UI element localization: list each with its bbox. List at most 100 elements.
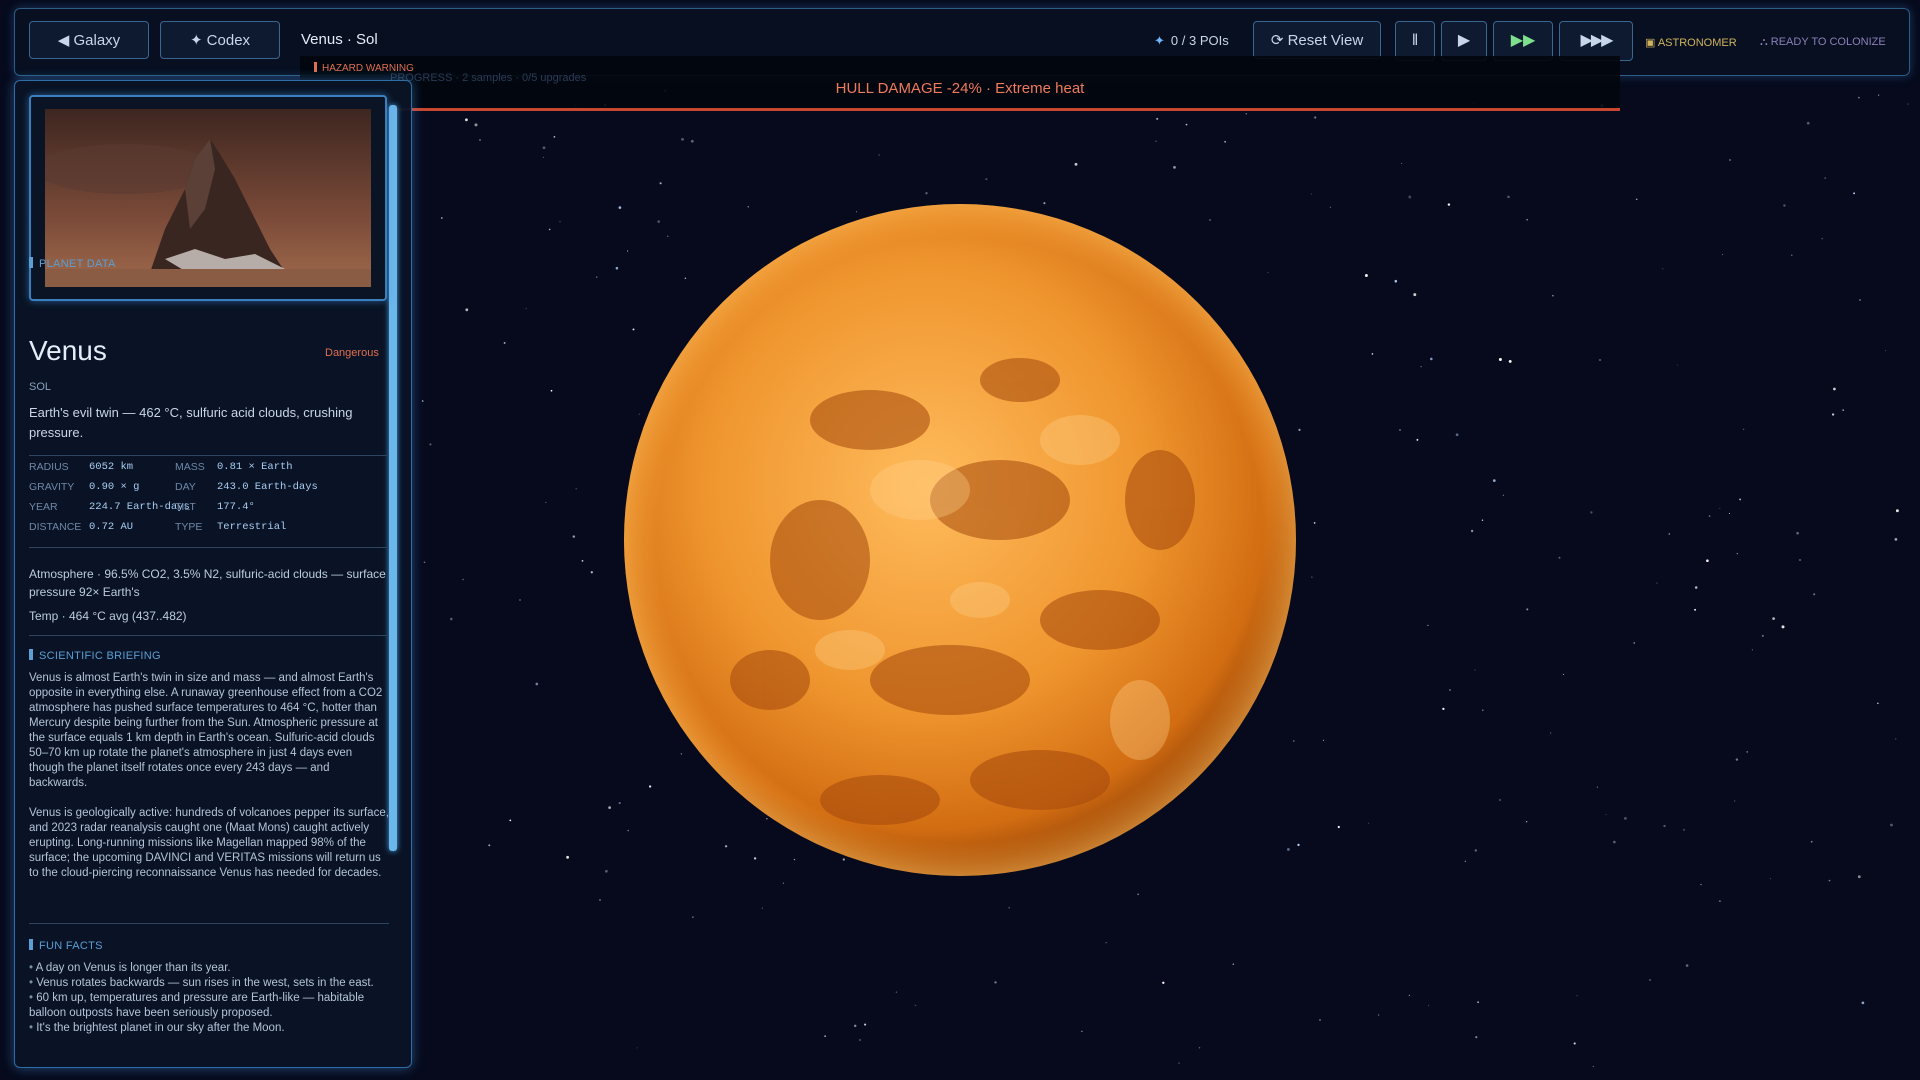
star-dot	[1853, 192, 1856, 195]
stat-label: TILT	[175, 501, 196, 513]
star-dot	[1245, 112, 1248, 115]
panel-scrollbar[interactable]	[389, 105, 397, 851]
pause-button[interactable]: ‖	[1395, 21, 1435, 61]
star-dot	[1761, 634, 1764, 637]
stat-label: YEAR	[29, 501, 58, 513]
star-dot	[1596, 786, 1599, 788]
star-dot	[1877, 702, 1879, 704]
star-dot	[1105, 942, 1107, 944]
star-dot	[1663, 824, 1666, 828]
star-dot	[488, 844, 491, 847]
star-dot	[1526, 608, 1529, 611]
star-dot	[1364, 274, 1368, 277]
faster-forward-button[interactable]: ▶▶▶	[1559, 21, 1633, 61]
fun-fact-item: It's the brightest planet in our sky aft…	[29, 1021, 389, 1036]
star-dot	[1831, 413, 1835, 416]
stat-label: DISTANCE	[29, 521, 82, 533]
planet-venus[interactable]	[620, 200, 1300, 880]
divider	[29, 455, 389, 456]
star-dot	[1408, 994, 1410, 996]
star-dot	[572, 535, 576, 538]
star-dot	[1694, 608, 1697, 611]
star-dot	[761, 907, 763, 909]
star-dot	[1178, 1062, 1180, 1064]
fast-forward-button[interactable]: ▶▶	[1493, 21, 1553, 61]
star-dot	[1563, 673, 1565, 675]
star-dot	[636, 1047, 638, 1049]
star-dot	[1613, 840, 1616, 844]
reset-view-button[interactable]: ⟳ Reset View	[1253, 21, 1381, 59]
star-dot	[1455, 433, 1459, 437]
play-button[interactable]: ▶	[1441, 21, 1487, 61]
star-dot	[1310, 193, 1312, 195]
star-dot	[542, 156, 545, 158]
codex-button[interactable]: ✦ Codex	[160, 21, 280, 59]
star-dot	[1475, 1036, 1478, 1039]
star-dot	[1311, 576, 1313, 578]
temperature-text: Temp · 464 °C avg (437..482)	[29, 609, 187, 623]
star-dot	[1734, 800, 1736, 802]
star-dot	[608, 806, 611, 809]
star-dot	[1526, 219, 1528, 221]
fun-fact-item: A day on Venus is longer than its year.	[29, 961, 389, 976]
hazard-warning-banner: HAZARD WARNING PROGRESS · 2 samples · 0/…	[300, 56, 1620, 111]
briefing-paragraph: Venus is geologically active: hundreds o…	[29, 807, 389, 879]
planet-system: SOL	[29, 381, 52, 393]
stat-row: RADIUS 6052 km MASS 0.81 × Earth	[29, 461, 389, 481]
star-dot	[545, 501, 547, 503]
star-dot	[595, 276, 598, 278]
star-dot	[1907, 103, 1909, 105]
star-dot	[1442, 707, 1445, 711]
star-dot	[590, 571, 593, 574]
star-dot	[1828, 879, 1831, 882]
star-dot	[575, 488, 577, 490]
star-dot	[1498, 358, 1502, 361]
star-dot	[1428, 1004, 1430, 1007]
star-dot	[1623, 816, 1627, 820]
planet-viewport[interactable]	[620, 200, 1300, 880]
stat-value: 6052 km	[89, 461, 134, 473]
astronomer-badge[interactable]: ▣ ASTRONOMER	[1645, 36, 1737, 49]
star-dot	[782, 882, 784, 884]
star-dot	[1314, 116, 1317, 119]
star-dot	[681, 137, 684, 141]
stat-row: GRAVITY 0.90 × g DAY 243.0 Earth-days	[29, 481, 389, 501]
stat-value: 0.81 × Earth	[217, 461, 293, 473]
hull-damage-message: HULL DAMAGE -24% · Extreme heat	[835, 80, 1085, 97]
stat-label: RADIUS	[29, 461, 69, 473]
star-dot	[659, 182, 662, 185]
star-dot	[1842, 409, 1845, 411]
star-dot	[1482, 709, 1484, 711]
star-dot	[1861, 1001, 1865, 1005]
star-dot	[1791, 254, 1793, 256]
stat-row: YEAR 224.7 Earth-days TILT 177.4°	[29, 501, 389, 521]
star-dot	[1700, 884, 1702, 886]
planet-name: Venus	[29, 335, 107, 366]
star-dot	[864, 1023, 867, 1026]
divider	[29, 635, 389, 636]
star-dot	[1890, 823, 1893, 827]
star-dot	[605, 869, 608, 873]
star-dot	[1662, 268, 1664, 270]
galaxy-back-button[interactable]: ◀ Galaxy	[29, 21, 149, 59]
star-dot	[1185, 123, 1188, 126]
stat-label: TYPE	[175, 521, 203, 533]
star-dot	[1502, 494, 1505, 496]
star-dot	[1464, 860, 1467, 862]
fun-facts-heading: FUN FACTS	[29, 939, 103, 952]
star-dot	[1592, 1065, 1594, 1067]
star-dot	[1492, 479, 1496, 482]
star-dot	[1668, 533, 1671, 535]
star-dot	[914, 1004, 917, 1007]
poi-counter: ✦ 0 / 3 POIs	[1154, 33, 1229, 49]
star-dot	[1677, 364, 1679, 366]
atmosphere-text: Atmosphere · 96.5% CO2, 3.5% N2, sulfuri…	[29, 567, 386, 599]
star-dot	[474, 123, 478, 127]
star-dot	[1576, 995, 1578, 997]
star-dot	[1322, 739, 1324, 741]
ready-to-colonize-badge[interactable]: ⛬ READY TO COLONIZE	[1760, 36, 1886, 49]
star-dot	[1474, 669, 1476, 671]
star-dot	[1173, 166, 1176, 169]
star-dot	[1769, 878, 1771, 880]
planet-data-heading: PLANET DATA	[29, 257, 116, 270]
